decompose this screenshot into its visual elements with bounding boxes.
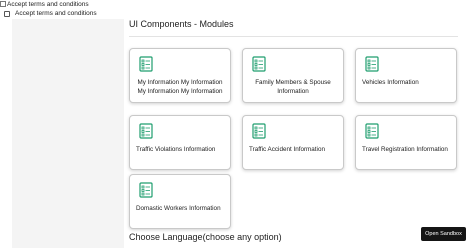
- terms-label: Accept terms and conditions: [15, 10, 97, 17]
- sidebar-panel: [12, 19, 124, 248]
- module-card-travel-registration[interactable]: Travel Registration Information: [355, 115, 457, 170]
- open-sandbox-button[interactable]: Open Sandbox: [421, 227, 466, 241]
- module-card-label: Domastic Workers Information: [136, 205, 221, 212]
- form-document-icon: [252, 56, 266, 72]
- module-card-label: Family Members & Spouse Information: [255, 79, 331, 95]
- form-document-icon: [139, 123, 153, 139]
- module-card-family-members[interactable]: Family Members & Spouse Information: [242, 48, 344, 103]
- module-card-domestic-workers[interactable]: Domastic Workers Information: [129, 174, 231, 229]
- form-document-icon: [365, 56, 379, 72]
- module-card-label: Vehicles Information: [362, 79, 419, 86]
- module-card-traffic-accident[interactable]: Traffic Accident Information: [242, 115, 344, 170]
- top-terms-checkbox[interactable]: [0, 1, 6, 7]
- terms-checkbox[interactable]: [4, 10, 10, 17]
- module-card-vehicles[interactable]: Vehicles Information: [355, 48, 457, 103]
- module-card-my-information[interactable]: My Information My Information My Informa…: [129, 48, 231, 103]
- language-section-title: Choose Language(choose any option): [129, 232, 282, 242]
- module-card-label: Traffic Violations Information: [136, 146, 216, 153]
- module-card-label: My Information My Information My Informa…: [137, 79, 223, 95]
- title-divider: [129, 36, 458, 37]
- form-document-icon: [365, 123, 379, 139]
- module-card-label: Travel Registration Information: [362, 146, 448, 153]
- top-terms-checkbox-row[interactable]: Accept terms and conditions: [0, 0, 89, 8]
- terms-checkbox-row[interactable]: Accept terms and conditions: [4, 9, 97, 18]
- form-document-icon: [252, 123, 266, 139]
- top-terms-label: Accept terms and conditions: [7, 0, 89, 8]
- module-card-label: Traffic Accident Information: [249, 146, 325, 153]
- page-title: UI Components - Modules: [129, 19, 234, 29]
- form-document-icon: [139, 56, 153, 72]
- form-document-icon: [139, 182, 153, 198]
- module-card-traffic-violations[interactable]: Traffic Violations Information: [129, 115, 231, 170]
